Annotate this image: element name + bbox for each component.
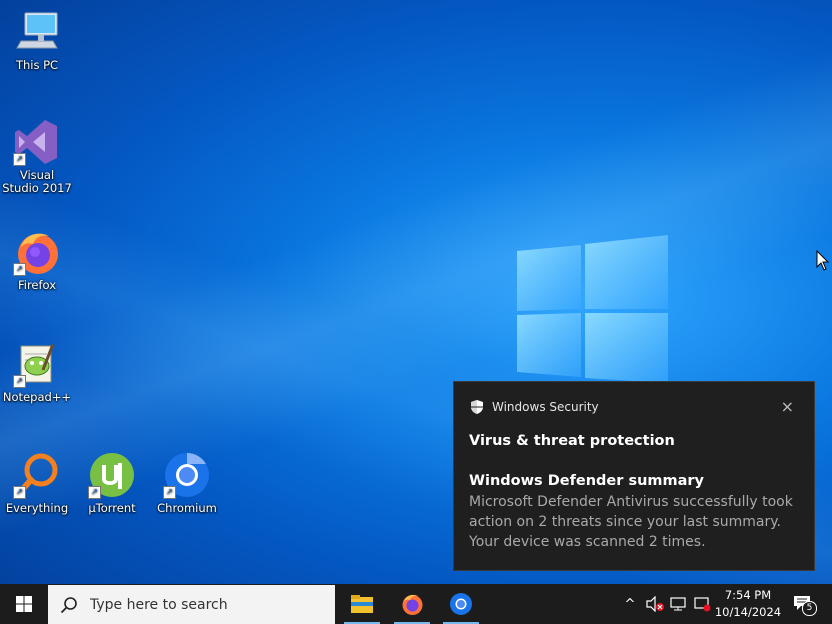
taskbar-search-box[interactable] xyxy=(48,585,335,624)
show-hidden-icons-chevron[interactable]: ^ xyxy=(620,584,640,624)
volume-muted-icon xyxy=(646,596,664,612)
desktop-icon-this-pc[interactable]: This PC xyxy=(1,8,73,72)
clock-time: 7:54 PM xyxy=(724,588,772,602)
chromium-icon xyxy=(450,593,472,615)
taskbar-clock[interactable]: 7:54 PM 10/14/2024 xyxy=(710,587,786,621)
tray-volume-muted[interactable] xyxy=(643,584,667,624)
desktop-icon-label: Everything xyxy=(5,501,69,515)
action-center-button[interactable]: 5 xyxy=(788,584,818,624)
taskbar-chromium[interactable] xyxy=(437,584,485,624)
notification-count-badge: 5 xyxy=(802,601,817,616)
shortcut-arrow-icon: ↗ xyxy=(13,375,26,388)
shield-icon xyxy=(471,400,483,414)
desktop-icon-label: Firefox xyxy=(17,278,57,292)
notification-header: Windows Security xyxy=(469,399,599,415)
search-icon xyxy=(60,596,77,613)
search-input[interactable] xyxy=(88,595,322,614)
windows-security-notification[interactable]: Windows Security × Virus & threat protec… xyxy=(453,381,815,571)
network-icon xyxy=(670,597,686,611)
notification-subtitle: Windows Defender summary xyxy=(469,473,705,489)
desktop-icon-chromium[interactable]: ↗ Chromium xyxy=(151,451,223,515)
this-pc-icon xyxy=(16,12,58,49)
desktop-icon-label: Notepad++ xyxy=(2,390,72,404)
file-explorer-icon xyxy=(351,595,373,613)
desktop-icon-label: Visual Studio 2017 xyxy=(2,168,72,195)
windows-start-icon xyxy=(16,596,32,612)
desktop-icon-utorrent[interactable]: ↗ µTorrent xyxy=(76,451,148,515)
desktop-icon-label: µTorrent xyxy=(88,501,136,515)
windows-wallpaper-logo xyxy=(517,235,668,383)
notification-title: Virus & threat protection xyxy=(469,433,675,449)
firefox-icon xyxy=(402,594,423,615)
taskbar-file-explorer[interactable] xyxy=(338,584,386,624)
desktop-icon-label: Chromium xyxy=(157,501,217,515)
desktop-icon-label: This PC xyxy=(15,58,59,72)
tray-network[interactable] xyxy=(668,584,690,624)
notification-app-name: Windows Security xyxy=(492,400,599,414)
shortcut-arrow-icon: ↗ xyxy=(13,486,26,499)
shortcut-arrow-icon: ↗ xyxy=(13,263,26,276)
desktop-icon-firefox[interactable]: ↗ Firefox xyxy=(1,228,73,292)
desktop-icon-notepadpp[interactable]: ↗ Notepad++ xyxy=(1,340,73,404)
start-button[interactable] xyxy=(0,584,48,624)
notification-body: Microsoft Defender Antivirus successfull… xyxy=(469,494,793,550)
taskbar: ^ 7:54 PM 10/14/2024 5 xyxy=(0,584,832,624)
shortcut-arrow-icon: ↗ xyxy=(13,153,26,166)
shortcut-arrow-icon: ↗ xyxy=(88,486,101,499)
shortcut-arrow-icon: ↗ xyxy=(163,486,176,499)
clock-date: 10/14/2024 xyxy=(714,605,782,619)
taskbar-firefox[interactable] xyxy=(388,584,436,624)
mouse-cursor-icon xyxy=(816,250,830,271)
desktop-icon-visual-studio[interactable]: ↗ Visual Studio 2017 xyxy=(1,118,73,195)
desktop-icon-everything[interactable]: ↗ Everything xyxy=(1,451,73,515)
close-icon[interactable]: × xyxy=(781,397,794,416)
